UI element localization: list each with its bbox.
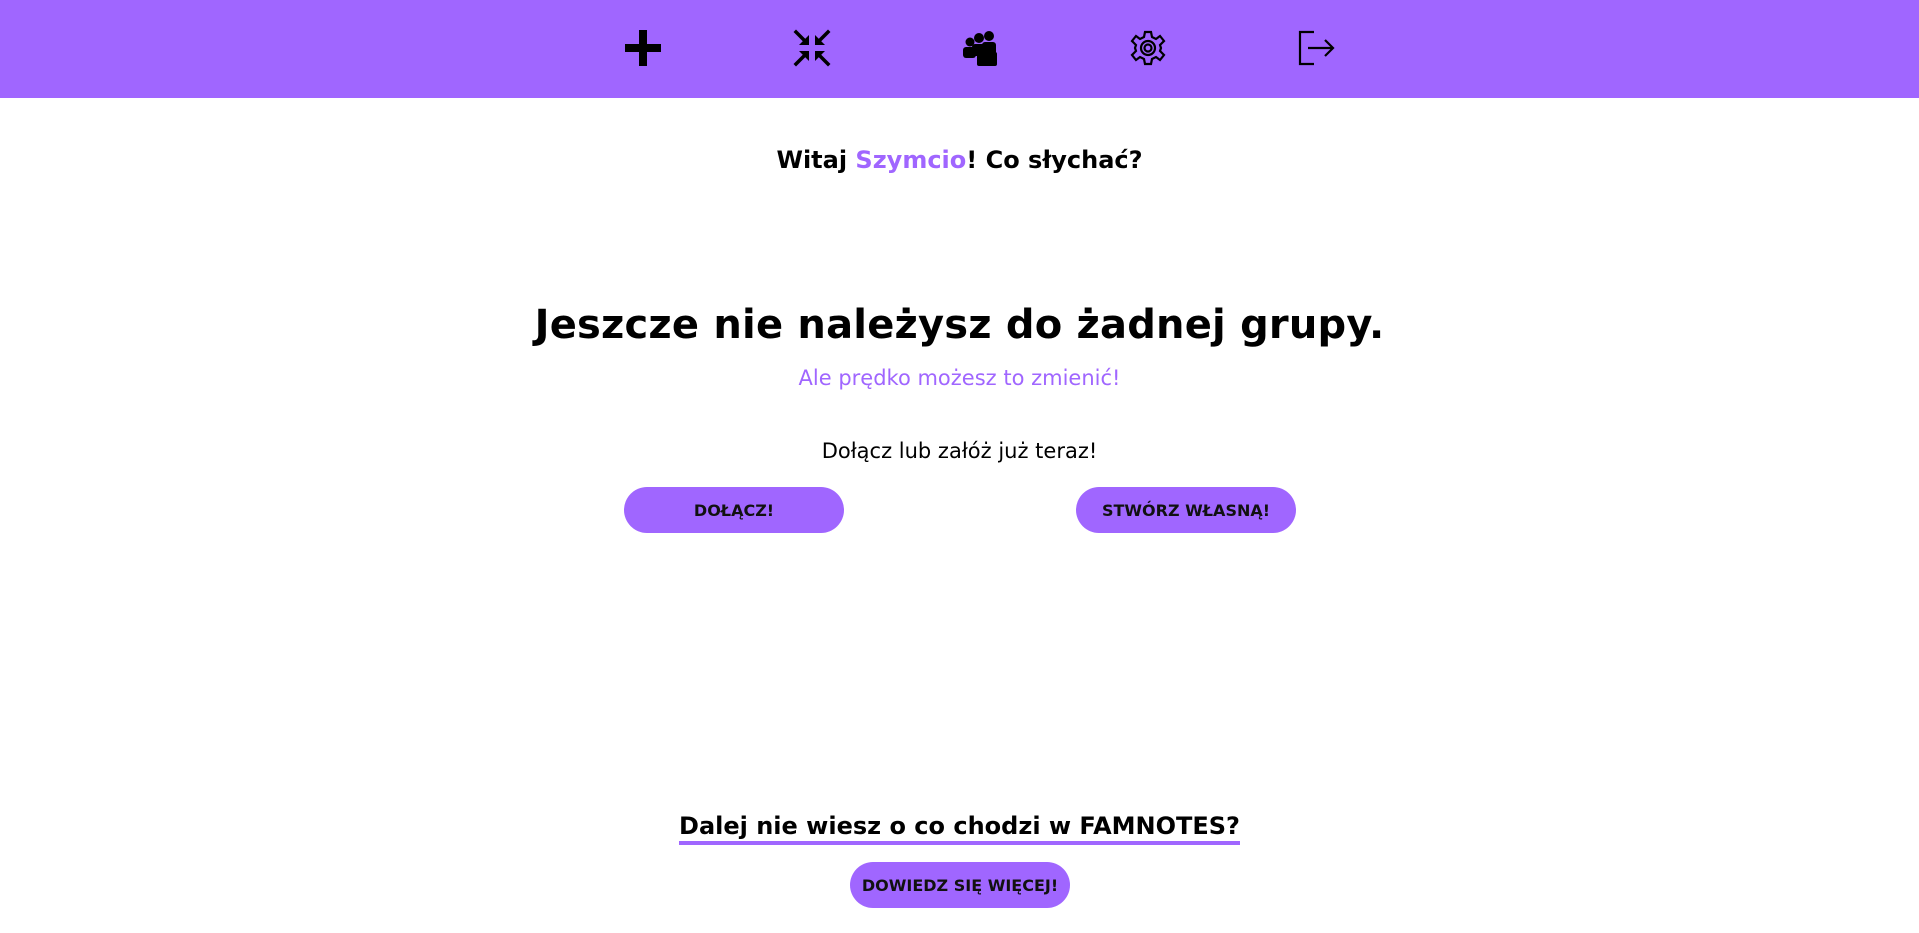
logout-button[interactable] <box>1293 25 1339 71</box>
plus-icon <box>625 30 661 66</box>
groups-button[interactable] <box>957 25 1003 71</box>
settings-button[interactable] <box>1125 25 1171 71</box>
top-navbar <box>0 0 1919 98</box>
greeting: Witaj Szymcio! Co słychać? <box>0 146 1919 174</box>
learn-more-button[interactable]: DOWIEDZ SIĘ WIĘCEJ! <box>850 862 1070 908</box>
no-group-subheadline: Ale prędko możesz to zmienić! <box>798 366 1121 390</box>
learn-more-question-wrapper: Dalej nie wiesz o co chodzi w FAMNOTES? <box>0 812 1919 845</box>
username: Szymcio <box>855 146 967 174</box>
greeting-prefix: Witaj <box>776 146 856 174</box>
compress-button[interactable] <box>789 25 835 71</box>
add-button[interactable] <box>620 25 666 71</box>
logout-icon <box>1298 30 1335 66</box>
learn-more-question: Dalej nie wiesz o co chodzi w FAMNOTES? <box>679 812 1240 845</box>
join-group-button[interactable]: DOŁĄCZ! <box>624 487 844 533</box>
group-icon <box>963 31 997 66</box>
compress-icon <box>793 29 831 67</box>
greeting-suffix: ! Co słychać? <box>966 146 1143 174</box>
create-group-button[interactable]: STWÓRZ WŁASNĄ! <box>1076 487 1296 533</box>
join-or-create-prompt: Dołącz lub załóż już teraz! <box>821 439 1098 463</box>
settings-icon <box>1130 30 1166 66</box>
no-group-headline: Jeszcze nie należysz do żadnej grupy. <box>534 302 1385 348</box>
